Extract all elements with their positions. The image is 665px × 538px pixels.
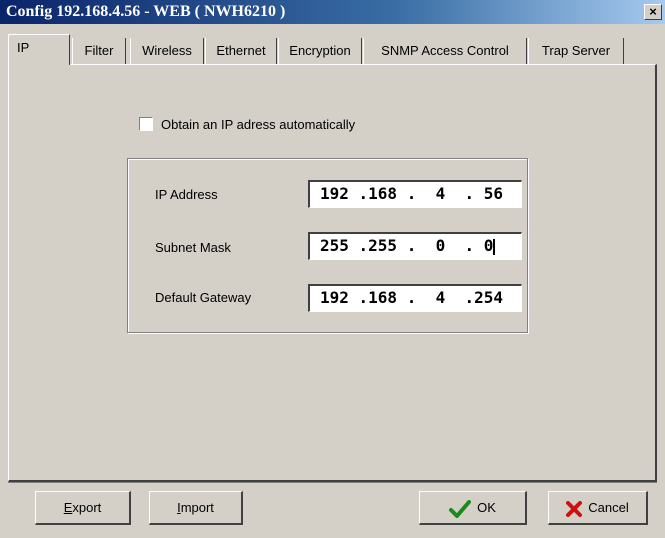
default-gateway-label: Default Gateway bbox=[155, 290, 252, 305]
import-button[interactable]: Import bbox=[149, 491, 243, 525]
subnet-mask-input[interactable]: 255 .255 . 0 . 0 bbox=[308, 232, 522, 260]
tab-ip[interactable]: IP bbox=[8, 34, 70, 65]
subnet-mask-value: 255 .255 . 0 . 0 bbox=[320, 236, 494, 255]
default-gateway-input[interactable]: 192 .168 . 4 .254 bbox=[308, 284, 522, 312]
close-button[interactable]: × bbox=[644, 4, 662, 20]
tab-wireless[interactable]: Wireless bbox=[130, 38, 204, 64]
import-label: mport bbox=[180, 500, 214, 515]
auto-ip-label[interactable]: Obtain an IP adress automatically bbox=[161, 117, 355, 132]
footer-separator bbox=[8, 482, 657, 483]
tab-trap-server[interactable]: Trap Server bbox=[528, 38, 624, 64]
ip-address-value: 192 .168 . 4 . 56 bbox=[320, 184, 504, 203]
auto-ip-checkbox[interactable] bbox=[139, 117, 153, 131]
tab-ethernet[interactable]: Ethernet bbox=[205, 38, 277, 64]
text-caret bbox=[493, 238, 496, 255]
cancel-label: Cancel bbox=[588, 500, 629, 515]
tab-encryption[interactable]: Encryption bbox=[278, 38, 362, 64]
default-gateway-value: 192 .168 . 4 .254 bbox=[320, 288, 504, 307]
ok-label: OK bbox=[477, 500, 496, 515]
tab-filter[interactable]: Filter bbox=[72, 38, 126, 64]
export-label: xport bbox=[72, 500, 102, 515]
cancel-button[interactable]: Cancel bbox=[548, 491, 648, 525]
export-button[interactable]: Export bbox=[35, 491, 131, 525]
subnet-mask-label: Subnet Mask bbox=[155, 240, 231, 255]
ok-button[interactable]: OK bbox=[419, 491, 527, 525]
ip-address-label: IP Address bbox=[155, 187, 218, 202]
ip-address-input[interactable]: 192 .168 . 4 . 56 bbox=[308, 180, 522, 208]
title-bar[interactable]: Config 192.168.4.56 - WEB ( NWH6210 ) × bbox=[0, 0, 665, 24]
x-mark-icon bbox=[566, 500, 583, 517]
window-title: Config 192.168.4.56 - WEB ( NWH6210 ) bbox=[6, 3, 286, 20]
tab-snmp-access-control[interactable]: SNMP Access Control bbox=[363, 38, 527, 64]
checkmark-icon bbox=[449, 499, 472, 518]
